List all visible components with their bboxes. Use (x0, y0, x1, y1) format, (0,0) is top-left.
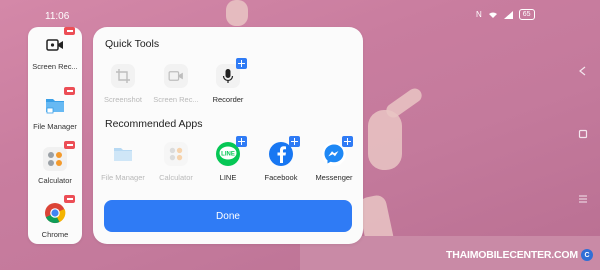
chrome-icon (43, 195, 75, 225)
sidebar-item-label: Screen Rec... (32, 62, 78, 71)
sidebar-item-chrome[interactable]: Chrome (28, 195, 82, 239)
sidebar-item-label: Calculator (38, 176, 72, 185)
sidebar-item-calculator[interactable]: Calculator (28, 141, 82, 185)
remove-badge-icon[interactable] (64, 195, 75, 203)
nav-back-button[interactable] (577, 66, 589, 79)
quick-tools-title: Quick Tools (105, 38, 160, 50)
crop-icon (111, 64, 135, 88)
add-badge-icon[interactable] (236, 58, 247, 69)
status-time: 11:06 (45, 11, 70, 22)
calculator-icon (43, 141, 75, 171)
sidebar-item-label: File Manager (33, 122, 77, 131)
status-icons: N 65 (476, 9, 535, 20)
tool-label: Screenshot (104, 95, 142, 104)
app-label: Facebook (264, 173, 298, 182)
add-badge-icon[interactable] (236, 136, 247, 147)
tool-label: Screen Rec... (153, 95, 199, 104)
calculator-icon (164, 142, 188, 166)
wifi-icon (488, 11, 497, 18)
done-button[interactable]: Done (104, 200, 352, 232)
nfc-icon: N (476, 10, 482, 19)
remove-badge-icon[interactable] (64, 87, 75, 95)
screen-record-icon (164, 64, 188, 88)
tool-recorder[interactable]: Recorder (203, 58, 253, 104)
signal-icon (503, 10, 513, 19)
edit-tools-panel: Quick Tools Screenshot Screen Rec... Rec… (93, 27, 363, 244)
app-line[interactable]: LINE LINE (203, 136, 253, 182)
screen-record-icon (43, 27, 75, 57)
sidebar-item-screen-recorder[interactable]: Screen Rec... (28, 27, 82, 71)
add-badge-icon[interactable] (289, 136, 300, 147)
svg-text:LINE: LINE (221, 152, 235, 158)
watermark-text: THAIMOBILECENTER.COM (446, 249, 578, 261)
microphone-icon (216, 58, 247, 88)
watermark-badge: C (580, 249, 593, 261)
tool-screen-recorder: Screen Rec... (151, 64, 201, 104)
nav-recents-button[interactable] (577, 194, 589, 207)
folder-icon (43, 87, 75, 117)
facebook-icon (269, 136, 300, 166)
app-label: File Manager (101, 173, 145, 182)
remove-badge-icon[interactable] (64, 141, 75, 149)
tool-screenshot: Screenshot (98, 64, 148, 104)
messenger-icon (322, 136, 353, 166)
app-label: Calculator (159, 173, 193, 182)
app-messenger[interactable]: Messenger (309, 136, 359, 182)
watermark: THAIMOBILECENTER.COM C (446, 249, 593, 261)
smart-sidebar: Screen Rec... File Manager Calculator Ch… (28, 27, 82, 244)
app-label: LINE (219, 173, 237, 182)
line-icon: LINE (216, 136, 247, 166)
add-badge-icon[interactable] (342, 136, 353, 147)
app-calculator: Calculator (151, 142, 201, 182)
battery-indicator: 65 (518, 9, 535, 20)
folder-icon (111, 142, 135, 166)
recommended-apps-title: Recommended Apps (105, 118, 203, 130)
app-file-manager: File Manager (98, 142, 148, 182)
app-label: Messenger (315, 173, 353, 182)
nav-home-button[interactable] (577, 129, 589, 142)
sidebar-item-label: Chrome (41, 230, 69, 239)
tool-label: Recorder (212, 95, 244, 104)
app-facebook[interactable]: Facebook (256, 136, 306, 182)
sidebar-item-file-manager[interactable]: File Manager (28, 87, 82, 131)
remove-badge-icon[interactable] (64, 27, 75, 35)
